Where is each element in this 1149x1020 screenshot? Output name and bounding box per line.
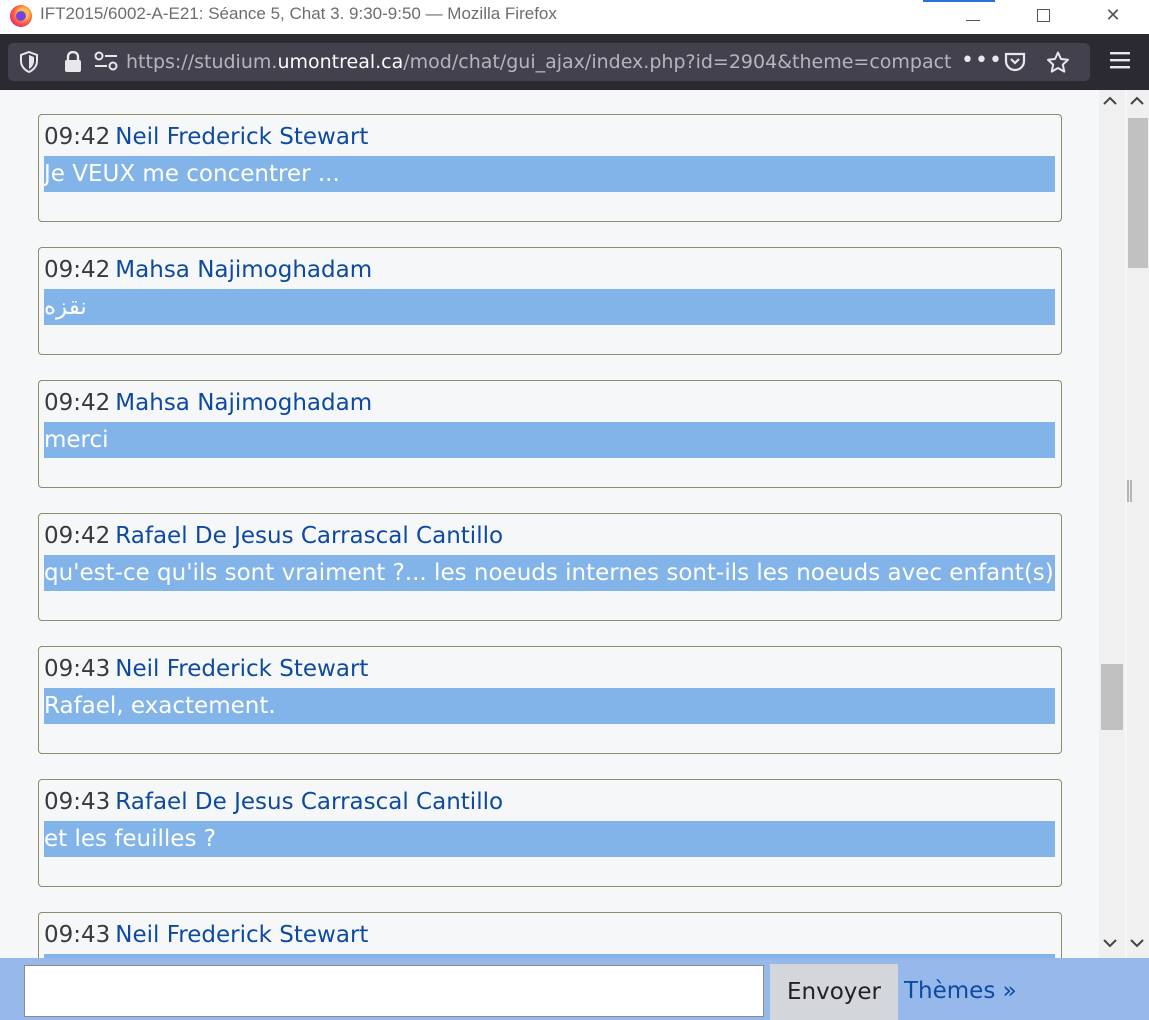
bookmark-star-icon[interactable] — [1046, 51, 1070, 73]
page-scroll-up-icon[interactable] — [1130, 94, 1144, 110]
message-text: نقزه — [44, 289, 1055, 325]
message-header: 09:43 Neil Frederick Stewart — [44, 656, 368, 682]
message-user-link[interactable]: Neil Frederick Stewart — [115, 124, 368, 150]
close-icon: ✕ — [1105, 4, 1121, 26]
chat-viewport: 09:42 Neil Frederick Stewart Je VEUX me co… — [0, 90, 1149, 1020]
chat-message: 09:42 Neil Frederick Stewart Je VEUX me co… — [38, 114, 1062, 222]
send-button[interactable]: Envoyer — [770, 964, 898, 1020]
minimize-icon — [966, 19, 980, 21]
browser-toolbar: https://studium.umontreal.ca/mod/chat/gu… — [0, 34, 1149, 90]
page-scrollbar-thumb[interactable] — [1128, 118, 1148, 268]
resize-grip-icon[interactable] — [1127, 480, 1133, 506]
chat-scrollbar-thumb[interactable] — [1101, 664, 1123, 730]
message-header: 09:43 Neil Frederick Stewart — [44, 922, 368, 948]
minimize-button[interactable] — [950, 0, 996, 30]
message-header: 09:42 Mahsa Najimoghadam — [44, 390, 372, 416]
message-time: 09:42 — [44, 523, 111, 549]
message-text: Je VEUX me concentrer ... — [44, 156, 1055, 192]
page-scrollbar[interactable] — [1127, 90, 1149, 958]
themes-link[interactable]: Thèmes » — [904, 978, 1017, 1004]
lock-icon[interactable] — [64, 51, 82, 73]
message-time: 09:42 — [44, 390, 111, 416]
message-user-link[interactable]: Neil Frederick Stewart — [115, 922, 368, 948]
hamburger-menu-icon[interactable] — [1110, 51, 1130, 69]
message-list: 09:42 Neil Frederick Stewart Je VEUX me co… — [38, 114, 1062, 1020]
page-actions-icon[interactable]: ••• — [961, 48, 1003, 73]
pocket-icon[interactable] — [1004, 51, 1026, 73]
message-user-link[interactable]: Mahsa Najimoghadam — [115, 390, 372, 416]
maximize-icon — [1036, 8, 1050, 22]
chat-message: 09:43 Neil Frederick Stewart Rafael, exact… — [38, 646, 1062, 754]
shield-icon[interactable] — [20, 51, 38, 73]
message-user-link[interactable]: Neil Frederick Stewart — [115, 656, 368, 682]
scroll-down-icon[interactable] — [1103, 936, 1117, 952]
maximize-button[interactable] — [1020, 0, 1066, 30]
window-title: IFT2015/6002-A-E21: Séance 5, Chat 3. 9:… — [40, 4, 557, 23]
chat-message: 09:42 Rafael De Jesus Carrascal Cantillo q… — [38, 513, 1062, 621]
message-user-link[interactable]: Rafael De Jesus Carrascal Cantillo — [115, 523, 503, 549]
scroll-up-icon[interactable] — [1103, 94, 1117, 110]
message-user-link[interactable]: Rafael De Jesus Carrascal Cantillo — [115, 789, 503, 815]
message-text: qu'est-ce qu'ils sont vraiment ?... les … — [44, 555, 1055, 591]
permissions-icon[interactable] — [94, 51, 118, 71]
close-button[interactable]: ✕ — [1090, 0, 1136, 30]
message-time: 09:42 — [44, 257, 111, 283]
chat-message: 09:43 Rafael De Jesus Carrascal Cantillo e… — [38, 779, 1062, 887]
message-text: merci — [44, 422, 1055, 458]
message-header: 09:42 Mahsa Najimoghadam — [44, 257, 372, 283]
chat-message-input[interactable] — [24, 965, 764, 1017]
chat-input-bar: Envoyer Thèmes » — [0, 958, 1149, 1020]
message-text: et les feuilles ? — [44, 821, 1055, 857]
message-time: 09:42 — [44, 124, 111, 150]
message-header: 09:42 Rafael De Jesus Carrascal Cantillo — [44, 523, 503, 549]
message-header: 09:43 Rafael De Jesus Carrascal Cantillo — [44, 789, 503, 815]
chat-message: 09:42 Mahsa Najimoghadam نقزه — [38, 247, 1062, 355]
url-prefix: https://studium. — [126, 51, 278, 73]
url-text[interactable]: https://studium.umontreal.ca/mod/chat/gu… — [126, 51, 952, 73]
url-bar[interactable]: https://studium.umontreal.ca/mod/chat/gu… — [8, 43, 1090, 81]
message-user-link[interactable]: Mahsa Najimoghadam — [115, 257, 372, 283]
url-domain: umontreal.ca — [277, 51, 404, 73]
firefox-logo-icon — [10, 5, 32, 27]
message-header: 09:42 Neil Frederick Stewart — [44, 124, 368, 150]
chat-scrollbar[interactable] — [1099, 90, 1125, 958]
message-time: 09:43 — [44, 922, 111, 948]
message-time: 09:43 — [44, 789, 111, 815]
page-scroll-down-icon[interactable] — [1130, 936, 1144, 952]
message-text: Rafael, exactement. — [44, 688, 1055, 724]
url-suffix: /mod/chat/gui_ajax/index.php?id=2904&the… — [403, 51, 952, 73]
window-titlebar: IFT2015/6002-A-E21: Séance 5, Chat 3. 9:… — [0, 0, 1149, 34]
message-time: 09:43 — [44, 656, 111, 682]
chat-message: 09:42 Mahsa Najimoghadam merci — [38, 380, 1062, 488]
